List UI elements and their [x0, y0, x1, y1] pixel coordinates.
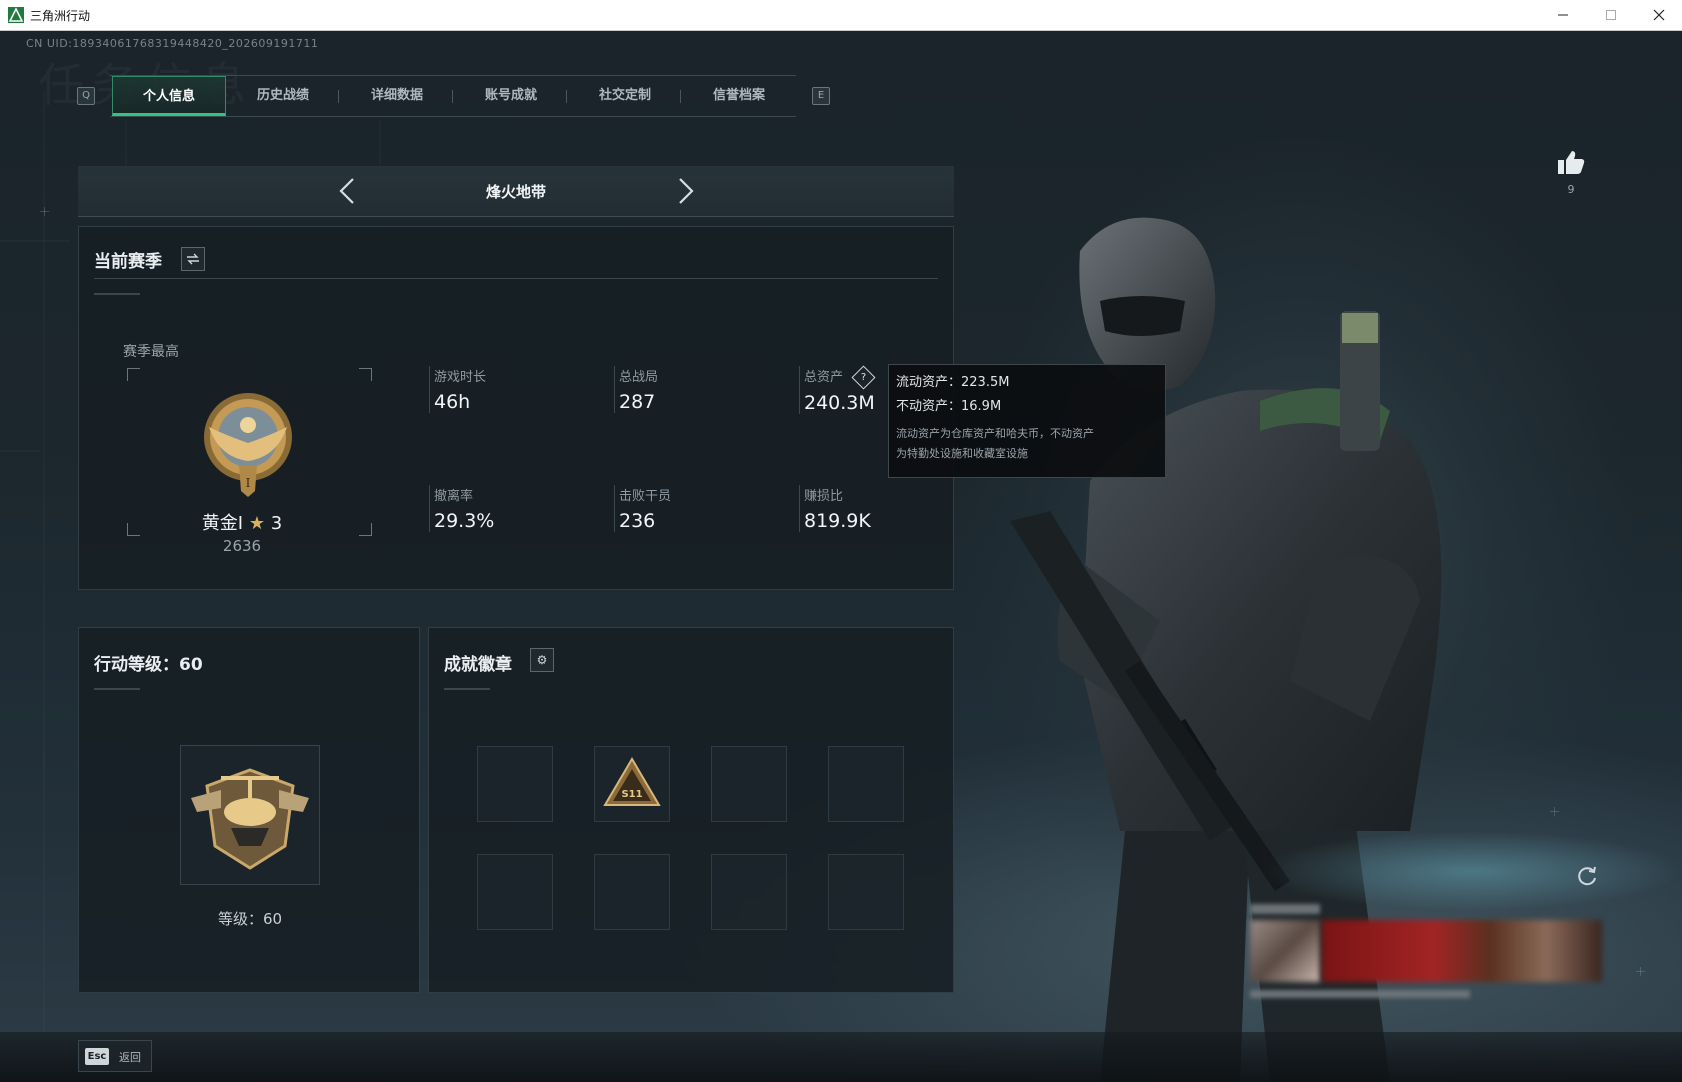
switch-season-button[interactable] [181, 247, 205, 271]
tab-match-history[interactable]: 历史战绩 [226, 76, 340, 116]
badge-slot[interactable] [711, 854, 787, 930]
badge-slot[interactable] [594, 854, 670, 930]
tab-bar: 个人信息 历史战绩 详细数据 账号成就 社交定制 信誉档案 [110, 75, 796, 117]
window-title: 三角洲行动 [30, 9, 91, 23]
close-icon [1653, 9, 1665, 21]
current-season-panel: 当前赛季 赛季最高 I 黄金I ★ 3 2636 游戏时长 46h 总战局 28… [78, 226, 954, 590]
maximize-button[interactable] [1588, 0, 1634, 30]
frame-corner [127, 368, 140, 381]
operation-level-panel: 行动等级：60 等级：60 [78, 627, 420, 993]
badge-settings-button[interactable]: ⚙ [530, 648, 554, 672]
badge-text: S11 [621, 789, 642, 800]
rank-points: 2636 [222, 537, 262, 555]
stat-label: 赚损比 [804, 489, 844, 504]
badge-slot[interactable] [828, 746, 904, 822]
panel-tick [94, 688, 140, 690]
bottom-bar [0, 1032, 1682, 1082]
gold-rank-emblem-icon: I [204, 393, 292, 497]
level-label: 等级：60 [217, 910, 283, 928]
tab-personal-info[interactable]: 个人信息 [112, 76, 226, 116]
rank-title: 黄金I ★ 3 [119, 509, 365, 535]
tab-detailed-data[interactable]: 详细数据 [340, 76, 454, 116]
light-glow [1260, 831, 1682, 911]
stat-total-assets: 总资产 ? 240.3M [799, 365, 876, 414]
tab-credit-record[interactable]: 信誉档案 [682, 76, 796, 116]
back-button[interactable]: Esc 返回 [78, 1040, 152, 1072]
badge-slot[interactable] [711, 746, 787, 822]
assets-tooltip: 流动资产：223.5M 不动资产：16.9M 流动资产为仓库资产和哈夫币，不动资… [888, 364, 1166, 478]
swap-arrows-icon [187, 253, 199, 265]
badge-slot[interactable] [477, 854, 553, 930]
like-count: 9 [1567, 183, 1575, 196]
stat-play-time: 游戏时长 46h [429, 366, 486, 413]
tooltip-note-line: 为特勤处设施和收藏室设施 [896, 447, 1028, 460]
game-mode-selector: 烽火地带 [78, 166, 954, 217]
achievement-badges-title: 成就徽章 [444, 655, 512, 675]
badge-slot[interactable] [828, 854, 904, 930]
panel-divider [94, 278, 938, 279]
rank-star-icon: ★ [248, 513, 265, 534]
next-mode-arrow-icon[interactable] [672, 176, 698, 206]
window-titlebar: 三角洲行动 [0, 0, 1682, 31]
s11-season-badge-icon: S11 [603, 757, 661, 806]
stat-value: 240.3M [804, 392, 875, 414]
game-mode-name: 烽火地带 [485, 183, 546, 201]
stat-label: 游戏时长 [434, 370, 487, 385]
stat-profit-loss-ratio: 赚损比 819.9K [799, 485, 871, 532]
stat-value: 819.9K [804, 510, 871, 532]
stat-value: 46h [434, 391, 471, 413]
gear-icon: ⚙ [536, 653, 548, 667]
tab-achievements[interactable]: 账号成就 [454, 76, 568, 116]
helicopter-emblem-icon [191, 768, 309, 870]
stat-operators-defeated: 击败干员 236 [614, 485, 671, 532]
tooltip-liquid-assets: 流动资产：223.5M [896, 375, 1010, 390]
frame-corner [359, 368, 372, 381]
tooltip-note-line: 流动资产为仓库资产和哈夫币，不动资产 [896, 427, 1094, 440]
esc-key: Esc [85, 1048, 109, 1065]
player-uid: CN UID:18934061768319448420_202609191711 [26, 37, 319, 50]
rank-stars: 3 [270, 513, 283, 534]
svg-text:I: I [246, 476, 251, 490]
stat-extraction-rate: 撤离率 29.3% [429, 485, 494, 532]
prev-tab-key[interactable]: Q [77, 87, 95, 105]
current-season-title: 当前赛季 [94, 252, 162, 272]
stat-total-matches: 总战局 287 [614, 366, 658, 413]
minimize-button[interactable] [1540, 0, 1586, 30]
refresh-icon[interactable] [1574, 863, 1600, 889]
thumbs-up-icon [1558, 151, 1585, 174]
next-tab-key[interactable]: E [812, 87, 830, 105]
panel-tick [94, 293, 140, 295]
like-button[interactable]: 9 [1556, 149, 1586, 196]
level-emblem-frame [180, 745, 320, 885]
tab-social-custom[interactable]: 社交定制 [568, 76, 682, 116]
maximize-icon [1606, 10, 1616, 20]
stat-value: 236 [619, 510, 656, 532]
tooltip-fixed-assets: 不动资产：16.9M [896, 399, 1002, 414]
badge-slot[interactable] [477, 746, 553, 822]
panel-tick [444, 688, 490, 690]
operation-level-title: 行动等级：60 [94, 655, 203, 675]
season-best-label: 赛季最高 [123, 344, 179, 360]
app-logo-icon [8, 7, 24, 23]
tooltip-note: 流动资产为仓库资产和哈夫币，不动资产 为特勤处设施和收藏室设施 [896, 424, 1158, 464]
game-viewport: 任务信息 CN UID:18934061768319448420_2026091… [0, 31, 1682, 1082]
stat-label: 击败干员 [619, 489, 672, 504]
close-button[interactable] [1636, 0, 1682, 30]
back-label: 返回 [119, 1051, 141, 1064]
rank-name: 黄金I [201, 513, 244, 534]
stat-value: 29.3% [434, 510, 495, 532]
stat-value: 287 [619, 391, 656, 413]
stat-label: 总战局 [619, 370, 659, 385]
stat-label: 总资产 ? [804, 365, 876, 390]
stat-label: 撤离率 [434, 489, 474, 504]
minimize-icon [1558, 14, 1568, 16]
stat-label-text: 总资产 [804, 370, 844, 385]
blurred-profile-card [1250, 904, 1602, 1004]
badge-slot[interactable]: S11 [594, 746, 670, 822]
help-icon[interactable]: ? [851, 365, 876, 390]
achievement-badges-panel: 成就徽章 ⚙ S11 [428, 627, 954, 993]
